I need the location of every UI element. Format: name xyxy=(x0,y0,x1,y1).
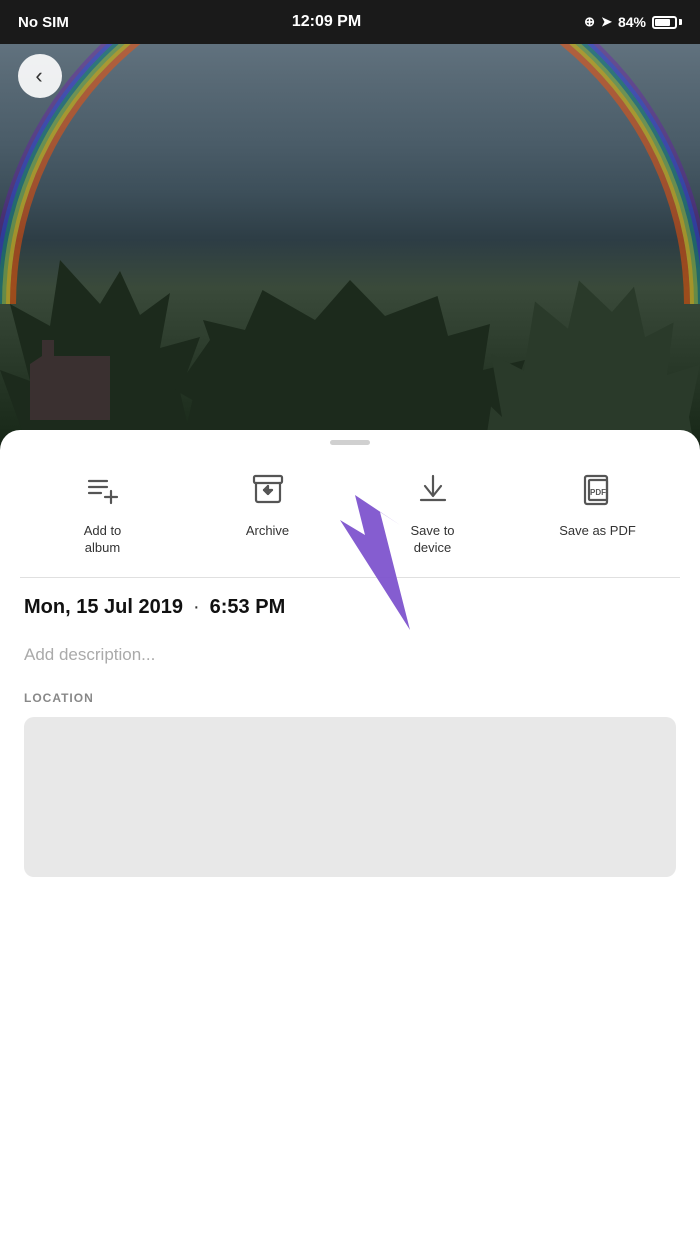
separator: · xyxy=(193,596,200,619)
location-label: LOCATION xyxy=(24,691,676,705)
action-row: Add toalbum Archive xyxy=(0,465,700,577)
photo-meta: Mon, 15 Jul 2019 · 6:53 PM xyxy=(0,578,700,631)
save-as-pdf-icon: PDF xyxy=(573,465,623,515)
location-icon: ⊕ xyxy=(584,14,595,30)
carrier-label: No SIM xyxy=(18,14,69,31)
sheet-handle xyxy=(330,440,370,445)
navigation-icon: ➤ xyxy=(601,14,612,30)
add-to-album-icon xyxy=(78,465,128,515)
status-bar: No SIM 12:09 PM ⊕ ➤ 84% xyxy=(0,0,700,44)
photo-area xyxy=(0,0,700,480)
add-to-album-label: Add toalbum xyxy=(84,523,122,557)
description-input[interactable]: Add description... xyxy=(0,631,700,679)
back-button[interactable]: ‹ xyxy=(18,54,62,98)
archive-label: Archive xyxy=(246,523,289,540)
status-right: ⊕ ➤ 84% xyxy=(584,14,682,30)
save-as-pdf-label: Save as PDF xyxy=(559,523,636,540)
bottom-sheet: Add toalbum Archive xyxy=(0,430,700,1244)
description-placeholder: Add description... xyxy=(24,645,155,664)
archive-button[interactable]: Archive xyxy=(228,465,308,540)
save-to-device-label: Save todevice xyxy=(410,523,454,557)
save-to-device-icon xyxy=(408,465,458,515)
photo-date-time: Mon, 15 Jul 2019 · 6:53 PM xyxy=(24,596,676,619)
add-to-album-button[interactable]: Add toalbum xyxy=(63,465,143,557)
battery-percent: 84% xyxy=(618,14,646,30)
map-placeholder xyxy=(24,717,676,877)
time-label: 12:09 PM xyxy=(292,13,361,31)
date-label: Mon, 15 Jul 2019 xyxy=(24,596,183,619)
archive-icon xyxy=(243,465,293,515)
svg-text:PDF: PDF xyxy=(590,488,606,497)
save-to-device-button[interactable]: Save todevice xyxy=(393,465,473,557)
battery-icon xyxy=(652,16,682,29)
back-chevron-icon: ‹ xyxy=(35,63,42,89)
save-as-pdf-button[interactable]: PDF Save as PDF xyxy=(558,465,638,540)
location-section: LOCATION xyxy=(0,679,700,877)
time-label: 6:53 PM xyxy=(210,596,286,619)
